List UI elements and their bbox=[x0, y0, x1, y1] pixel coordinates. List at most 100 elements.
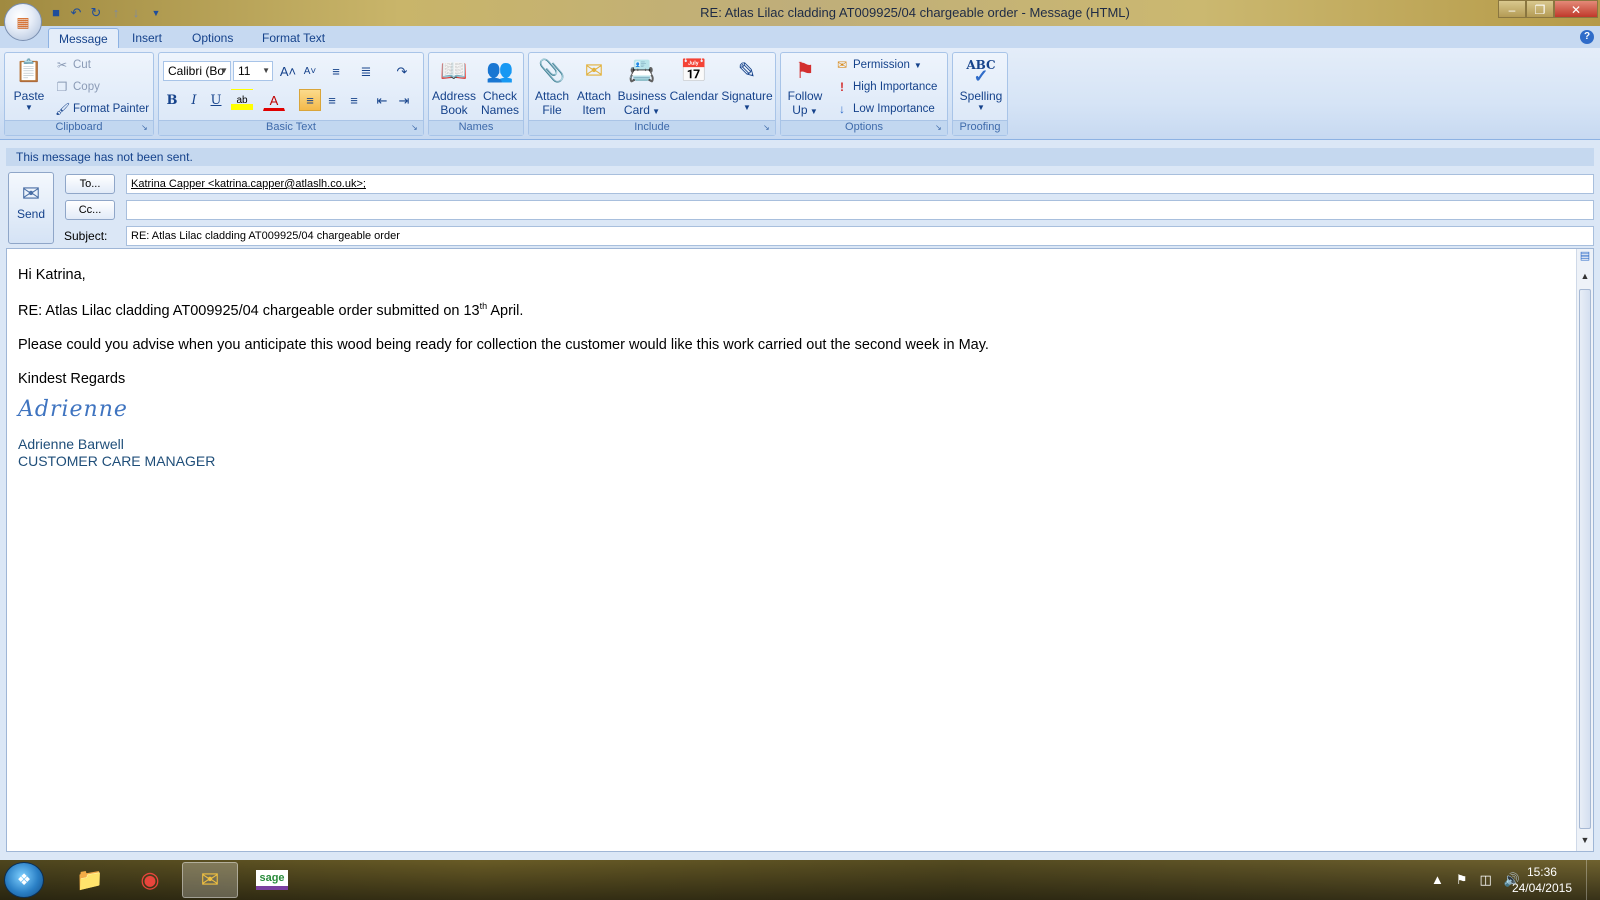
taskbar-clock[interactable]: 15:36 24/04/2015 bbox=[1512, 864, 1572, 896]
show-hidden-icons-icon[interactable]: ▲ bbox=[1431, 872, 1444, 888]
scroll-down-icon[interactable]: ▼ bbox=[1577, 835, 1593, 849]
signature-dropdown-icon: ▼ bbox=[743, 103, 751, 112]
cc-button[interactable]: Cc... bbox=[65, 200, 115, 220]
attach-file-label-1: Attach bbox=[534, 89, 570, 103]
previous-item-icon[interactable]: ↑ bbox=[108, 5, 124, 21]
options-launcher-icon[interactable]: ↘ bbox=[935, 123, 945, 133]
signature-title: CUSTOMER CARE MANAGER bbox=[18, 452, 216, 469]
customize-qat-icon[interactable]: ▼ bbox=[148, 5, 164, 21]
attach-file-label-2: File bbox=[542, 103, 562, 117]
grow-font-icon[interactable]: A˄ bbox=[277, 60, 299, 82]
reference-line-text: RE: Atlas Lilac cladding AT009925/04 cha… bbox=[18, 302, 480, 319]
shrink-font-icon[interactable]: A˅ bbox=[299, 60, 321, 82]
calendar-icon: 📅 bbox=[680, 58, 708, 83]
paste-icon: 📋 bbox=[15, 58, 43, 83]
show-desktop-button[interactable] bbox=[1586, 860, 1600, 900]
increase-indent-icon[interactable]: ⇥ bbox=[393, 89, 415, 111]
network-icon[interactable]: ◫ bbox=[1480, 872, 1492, 888]
follow-up-label-2: Up bbox=[792, 103, 808, 117]
system-tray: ▲ ⚑ ◫ 🔊 bbox=[1431, 872, 1520, 888]
help-icon[interactable]: ? bbox=[1580, 30, 1594, 44]
font-color-icon[interactable]: A bbox=[263, 89, 285, 111]
business-card-button[interactable]: 📇 Business Card ▼ bbox=[617, 55, 667, 117]
title-bar: RE: Atlas Lilac cladding AT009925/04 cha… bbox=[0, 0, 1600, 26]
calendar-button[interactable]: 📅 Calendar bbox=[667, 55, 721, 103]
copy-button[interactable]: ❐ Copy bbox=[55, 77, 100, 97]
high-importance-button[interactable]: ! High Importance bbox=[835, 77, 937, 97]
send-button[interactable]: ✉ Send bbox=[8, 172, 54, 244]
spelling-dropdown-icon: ▼ bbox=[977, 103, 985, 112]
follow-up-button[interactable]: ⚑ Follow Up ▼ bbox=[783, 55, 827, 117]
decrease-indent-icon[interactable]: ⇤ bbox=[371, 89, 393, 111]
body-content[interactable]: Hi Katrina, RE: Atlas Lilac cladding AT0… bbox=[18, 267, 989, 469]
align-right-icon[interactable]: ≡ bbox=[343, 89, 365, 111]
address-book-icon: 📖 bbox=[440, 58, 468, 83]
cut-label: Cut bbox=[73, 59, 91, 71]
close-button[interactable]: ✕ bbox=[1554, 0, 1598, 18]
basic-text-launcher-icon[interactable]: ↘ bbox=[411, 123, 421, 133]
office-button[interactable]: ▦ bbox=[4, 3, 42, 41]
font-name-combo[interactable]: Calibri (Bo ▼ bbox=[163, 61, 231, 81]
message-body[interactable]: Hi Katrina, RE: Atlas Lilac cladding AT0… bbox=[6, 248, 1594, 852]
tab-options[interactable]: Options bbox=[182, 28, 243, 48]
high-importance-label: High Importance bbox=[853, 81, 938, 93]
undo-icon[interactable]: ↶ bbox=[68, 5, 84, 21]
save-icon[interactable]: ■ bbox=[48, 5, 64, 21]
follow-up-label-1: Follow bbox=[787, 89, 823, 103]
business-card-label-1: Business bbox=[617, 89, 667, 103]
scissors-icon: ✂ bbox=[56, 58, 68, 72]
numbering-icon[interactable]: ≣ bbox=[355, 60, 377, 82]
paste-button[interactable]: 📋 Paste ▼ bbox=[9, 55, 49, 112]
attach-file-button[interactable]: 📎 Attach File bbox=[531, 55, 573, 117]
to-recipient[interactable]: Katrina Capper <katrina.capper@atlaslh.c… bbox=[131, 178, 366, 190]
sage-taskbar-icon[interactable]: sage bbox=[244, 862, 300, 898]
bullets-icon[interactable]: ≡ bbox=[325, 60, 347, 82]
redo-icon[interactable]: ↻ bbox=[88, 5, 104, 21]
scroll-thumb[interactable] bbox=[1579, 289, 1591, 829]
restore-button[interactable]: ❐ bbox=[1526, 0, 1554, 18]
size-dropdown-icon: ▼ bbox=[262, 66, 270, 75]
clear-formatting-icon[interactable]: ↷ bbox=[391, 60, 413, 82]
attach-item-button[interactable]: ✉ Attach Item bbox=[573, 55, 615, 117]
subject-field[interactable]: RE: Atlas Lilac cladding AT009925/04 cha… bbox=[126, 226, 1594, 246]
cc-field[interactable] bbox=[126, 200, 1594, 220]
spelling-label: Spelling bbox=[959, 89, 1003, 103]
spelling-button[interactable]: ABC ✓ Spelling ▼ bbox=[955, 55, 1007, 112]
permission-label: Permission bbox=[853, 59, 910, 71]
clipboard-launcher-icon[interactable]: ↘ bbox=[141, 123, 151, 133]
tab-format-text[interactable]: Format Text bbox=[252, 28, 335, 48]
scroll-up-icon[interactable]: ▲ bbox=[1577, 271, 1593, 285]
include-launcher-icon[interactable]: ↘ bbox=[763, 123, 773, 133]
permission-button[interactable]: ✉ Permission ▼ bbox=[835, 55, 922, 75]
reference-line-superscript: th bbox=[479, 301, 488, 311]
basic-text-group: Calibri (Bo ▼ 11 ▼ A˄ A˅ ≡ ≣ ↷ B I U ab … bbox=[158, 52, 424, 136]
explorer-taskbar-icon[interactable]: 📁 bbox=[62, 862, 118, 898]
next-item-icon[interactable]: ↓ bbox=[128, 5, 144, 21]
tab-message[interactable]: Message bbox=[48, 28, 119, 48]
to-button[interactable]: To... bbox=[65, 174, 115, 194]
align-left-icon[interactable]: ≡ bbox=[299, 89, 321, 111]
tab-insert[interactable]: Insert bbox=[122, 28, 172, 48]
action-center-flag-icon[interactable]: ⚑ bbox=[1456, 872, 1468, 888]
check-names-button[interactable]: 👥 Check Names bbox=[477, 55, 523, 117]
highlight-icon[interactable]: ab bbox=[231, 89, 253, 111]
ruler-toggle-icon[interactable]: ▤ bbox=[1577, 249, 1593, 263]
chrome-taskbar-icon[interactable]: ◉ bbox=[122, 862, 178, 898]
address-book-button[interactable]: 📖 Address Book bbox=[431, 55, 477, 117]
font-size-combo[interactable]: 11 ▼ bbox=[233, 61, 273, 81]
signature-button[interactable]: ✎ Signature ▼ bbox=[719, 55, 775, 112]
format-painter-button[interactable]: 🖌 Format Painter bbox=[55, 99, 149, 119]
cut-button[interactable]: ✂ Cut bbox=[55, 55, 91, 75]
underline-button[interactable]: U bbox=[205, 89, 227, 111]
office-logo-icon: ▦ bbox=[16, 13, 30, 30]
align-center-icon[interactable]: ≡ bbox=[321, 89, 343, 111]
subject-label: Subject: bbox=[64, 229, 108, 243]
low-importance-button[interactable]: ↓ Low Importance bbox=[835, 99, 935, 119]
vertical-scrollbar[interactable]: ▤ ▲ ▼ bbox=[1576, 249, 1593, 851]
minimize-button[interactable]: – bbox=[1498, 0, 1526, 18]
to-field[interactable]: Katrina Capper <katrina.capper@atlaslh.c… bbox=[126, 174, 1594, 194]
italic-button[interactable]: I bbox=[183, 89, 205, 111]
start-button[interactable]: ❖ bbox=[4, 862, 44, 898]
outlook-taskbar-icon[interactable]: ✉ bbox=[182, 862, 238, 898]
bold-button[interactable]: B bbox=[161, 89, 183, 111]
